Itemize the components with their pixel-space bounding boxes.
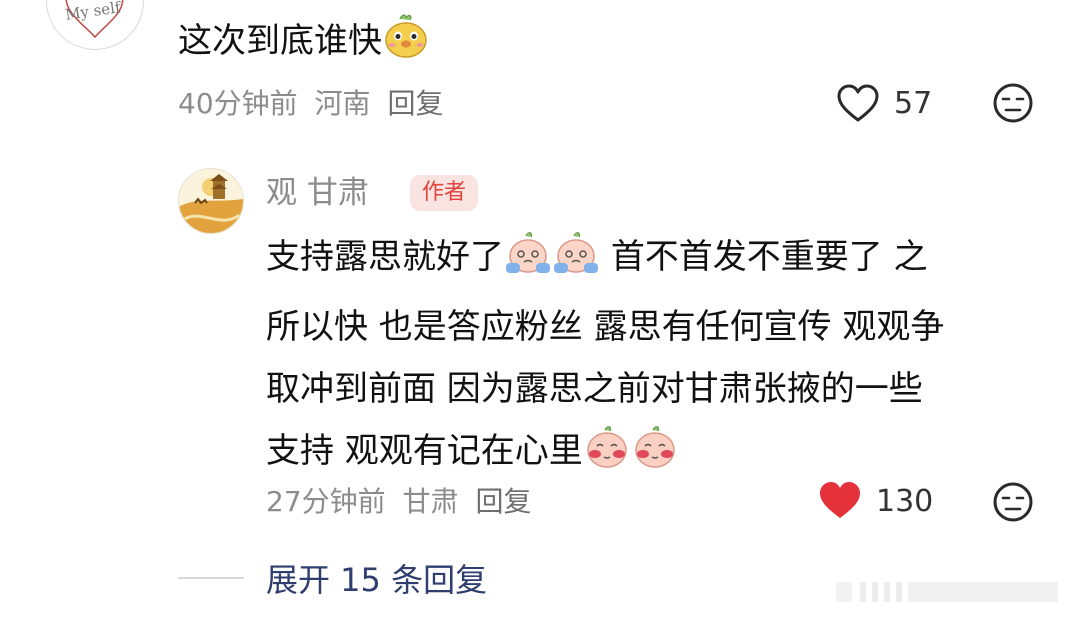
avatar[interactable]: My self: [46, 0, 144, 50]
crying-peach-emoji-icon: [552, 230, 600, 296]
blushing-peach-emoji-icon: [631, 424, 679, 490]
reply-line-4: 支持 观观有记在心里: [266, 420, 1056, 490]
like-button[interactable]: [836, 84, 880, 128]
author-avatar[interactable]: [178, 168, 244, 234]
reply-line-4-text: 支持 观观有记在心里: [266, 431, 583, 471]
crying-peach-emoji-icon: [504, 230, 552, 296]
reply-button[interactable]: 回复: [387, 87, 443, 120]
author-name[interactable]: 观 甘肃: [266, 173, 369, 213]
divider: [178, 577, 244, 579]
reply-text: 支持露思就好了 首不首发不重要了 之 所以快 也是答应粉丝 露思有任何宣传 观观…: [266, 226, 1056, 490]
heart-filled-icon: [820, 482, 860, 518]
reply-line-1: 支持露思就好了 首不首发不重要了 之: [266, 226, 1056, 296]
author-badge: 作者: [410, 175, 479, 211]
comment-text-content: 这次到底谁快: [178, 21, 382, 61]
reply-location: 甘肃: [402, 485, 459, 518]
desert-pagoda-logo-icon: [179, 169, 243, 233]
reply-time: 27分钟前: [266, 485, 386, 518]
like-button[interactable]: [818, 481, 862, 525]
reply-line-2: 所以快 也是答应粉丝 露思有任何宣传 观观争: [266, 307, 945, 347]
comment-location: 河南: [314, 87, 371, 120]
reply-line-1-end: 首不首发不重要了 之: [610, 237, 928, 277]
like-count: 130: [876, 484, 934, 519]
reply-line-1-start: 支持露思就好了: [266, 237, 504, 277]
blushing-peach-emoji-icon: [583, 424, 631, 490]
neutral-face-icon[interactable]: [992, 82, 1034, 128]
duck-emoji-icon: [382, 14, 430, 71]
expand-replies-button[interactable]: 展开 15 条回复: [266, 560, 487, 600]
neutral-face-icon[interactable]: [992, 481, 1034, 527]
reply-button[interactable]: 回复: [475, 485, 531, 518]
comment-meta: 40分钟前 河南 回复: [178, 86, 443, 122]
watermark-bars: [836, 578, 1070, 606]
heart-outline-icon: [837, 84, 879, 122]
comment-text: 这次到底谁快: [178, 14, 430, 71]
reply-line-3: 取冲到前面 因为露思之前对甘肃张掖的一些: [266, 369, 923, 409]
comment-time: 40分钟前: [178, 87, 298, 120]
reply-meta: 27分钟前 甘肃 回复: [266, 484, 531, 520]
like-count: 57: [894, 86, 933, 121]
